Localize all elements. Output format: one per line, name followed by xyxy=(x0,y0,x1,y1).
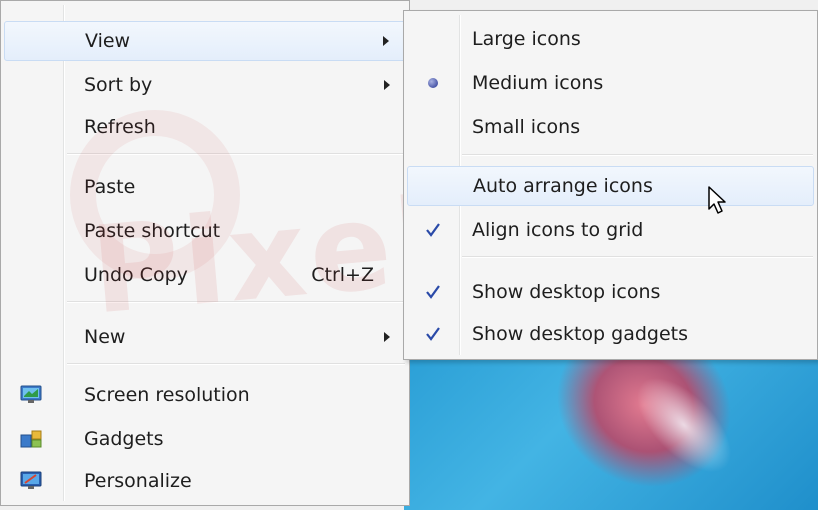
checkmark-icon xyxy=(421,322,445,346)
submenu-arrow-icon xyxy=(383,36,389,46)
menu-item-undo-copy[interactable]: Undo Copy Ctrl+Z xyxy=(4,255,406,295)
submenu-item-label: Medium icons xyxy=(472,72,604,94)
submenu-item-label: Small icons xyxy=(472,116,581,138)
radio-bullet-icon xyxy=(421,71,445,95)
menu-item-personalize[interactable]: Personalize xyxy=(4,461,406,501)
menu-item-label: Refresh xyxy=(84,116,156,138)
menu-item-paste[interactable]: Paste xyxy=(4,167,406,207)
menu-item-screen-resolution[interactable]: Screen resolution xyxy=(4,375,406,415)
menu-item-label: Undo Copy xyxy=(84,264,188,286)
submenu-item-small-icons[interactable]: Small icons xyxy=(407,107,814,147)
gadgets-icon xyxy=(20,429,42,449)
submenu-item-show-desktop-icons[interactable]: Show desktop icons xyxy=(407,272,814,312)
checkmark-icon xyxy=(421,218,445,242)
menu-item-gadgets[interactable]: Gadgets xyxy=(4,419,406,459)
menu-item-label: Personalize xyxy=(84,470,192,492)
desktop-wallpaper xyxy=(404,355,818,510)
submenu-separator xyxy=(462,154,813,156)
menu-separator xyxy=(67,153,405,155)
submenu-item-label: Auto arrange icons xyxy=(473,175,653,197)
submenu-item-label: Show desktop gadgets xyxy=(472,323,688,345)
submenu-separator xyxy=(462,256,813,258)
menu-item-label: New xyxy=(84,326,126,348)
submenu-item-label: Align icons to grid xyxy=(472,219,644,241)
submenu-item-medium-icons[interactable]: Medium icons xyxy=(407,63,814,103)
submenu-item-label: Show desktop icons xyxy=(472,281,661,303)
menu-item-label: View xyxy=(85,30,131,52)
menu-item-label: Paste xyxy=(84,176,136,198)
submenu-item-label: Large icons xyxy=(472,28,581,50)
menu-item-paste-shortcut[interactable]: Paste shortcut xyxy=(4,211,406,251)
menu-item-label: Gadgets xyxy=(84,428,164,450)
menu-separator xyxy=(67,301,405,303)
submenu-item-show-desktop-gadgets[interactable]: Show desktop gadgets xyxy=(407,314,814,354)
submenu-arrow-icon xyxy=(384,80,390,90)
menu-item-sort-by[interactable]: Sort by xyxy=(4,65,406,105)
menu-item-label: Screen resolution xyxy=(84,384,250,406)
desktop-context-menu: View Sort by Refresh Paste Paste shortcu… xyxy=(0,0,410,506)
submenu-item-auto-arrange-icons[interactable]: Auto arrange icons xyxy=(407,166,814,206)
monitor-icon xyxy=(20,385,42,405)
checkmark-icon xyxy=(421,280,445,304)
submenu-item-align-icons-to-grid[interactable]: Align icons to grid xyxy=(407,210,814,250)
menu-item-view[interactable]: View xyxy=(4,21,406,61)
mouse-pointer-icon xyxy=(707,185,729,219)
menu-separator xyxy=(67,363,405,365)
menu-item-label: Sort by xyxy=(84,74,153,96)
menu-item-label: Paste shortcut xyxy=(84,220,221,242)
menu-item-new[interactable]: New xyxy=(4,317,406,357)
personalize-icon xyxy=(20,471,42,491)
submenu-arrow-icon xyxy=(384,332,390,342)
view-submenu: Large icons Medium icons Small icons Aut… xyxy=(403,10,818,360)
menu-item-shortcut: Ctrl+Z xyxy=(311,264,374,286)
menu-item-refresh[interactable]: Refresh xyxy=(4,107,406,147)
submenu-item-large-icons[interactable]: Large icons xyxy=(407,19,814,59)
